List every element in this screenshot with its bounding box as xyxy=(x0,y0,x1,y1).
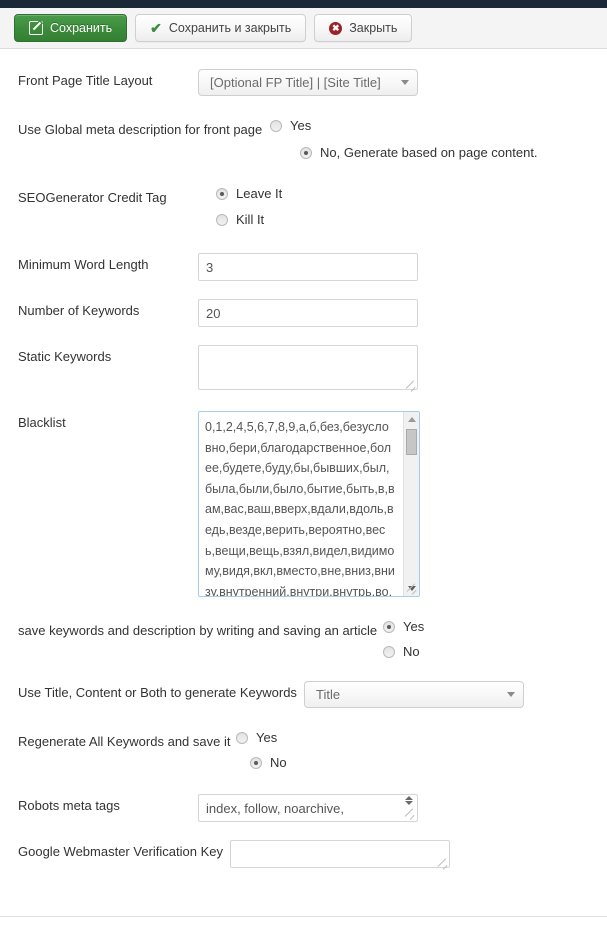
seogenerator-credit-tag-option-kill-it[interactable]: Kill It xyxy=(216,212,282,227)
number-of-keywords-input[interactable] xyxy=(198,299,418,327)
scroll-up-arrow-icon[interactable] xyxy=(404,412,419,427)
radio-icon xyxy=(216,187,228,200)
robots-meta-tags-textarea[interactable]: index, follow, noarchive, xyxy=(198,794,418,822)
use-global-meta-description-radio-group: Yes No, Generate based on page content. xyxy=(270,118,538,160)
field-seogenerator-credit-tag: SEOGenerator Credit Tag Leave It Kill It xyxy=(0,186,607,227)
field-static-keywords: Static Keywords xyxy=(0,345,607,393)
field-save-keywords-on-article-save: save keywords and description by writing… xyxy=(0,619,607,659)
scrollbar-thumb[interactable] xyxy=(406,429,417,455)
field-minimum-word-length: Minimum Word Length xyxy=(0,253,607,281)
field-use-global-meta-description: Use Global meta description for front pa… xyxy=(0,118,607,160)
keyword-source-label: Use Title, Content or Both to generate K… xyxy=(18,685,297,700)
regenerate-all-keywords-option-yes-label: Yes xyxy=(256,730,278,745)
regenerate-all-keywords-radio-group: Yes No xyxy=(236,730,287,770)
radio-icon xyxy=(250,756,262,769)
seogenerator-credit-tag-option-leave-it[interactable]: Leave It xyxy=(216,186,282,201)
scroll-up-arrow-icon[interactable] xyxy=(405,796,413,800)
seogenerator-credit-tag-label: SEOGenerator Credit Tag xyxy=(18,190,167,205)
blacklist-label: Blacklist xyxy=(18,415,66,430)
minimum-word-length-input[interactable] xyxy=(198,253,418,281)
save-keywords-option-yes[interactable]: Yes xyxy=(383,619,424,634)
footer-divider xyxy=(0,916,607,917)
regenerate-all-keywords-option-no-label: No xyxy=(270,755,287,770)
seogenerator-credit-tag-radio-group: Leave It Kill It xyxy=(216,186,282,227)
close-circle-icon: ✖ xyxy=(329,21,343,35)
field-number-of-keywords: Number of Keywords xyxy=(0,299,607,327)
chevron-down-icon xyxy=(507,692,515,697)
front-page-title-layout-label: Front Page Title Layout xyxy=(18,73,153,88)
robots-meta-tags-label: Robots meta tags xyxy=(18,798,120,813)
use-global-meta-description-option-no[interactable]: No, Generate based on page content. xyxy=(300,145,538,160)
radio-icon xyxy=(236,731,248,744)
save-keywords-option-no-label: No xyxy=(403,644,420,659)
save-and-close-button-label: Сохранить и закрыть xyxy=(168,20,292,35)
field-robots-meta-tags: Robots meta tags index, follow, noarchiv… xyxy=(0,794,607,822)
blacklist-text: 0,1,2,4,5,6,7,8,9,а,б,без,безусловно,бер… xyxy=(205,420,395,596)
radio-icon xyxy=(300,146,312,159)
field-front-page-title-layout: Front Page Title Layout [Optional FP Tit… xyxy=(0,69,607,96)
save-keywords-radio-group: Yes No xyxy=(383,619,424,659)
field-keyword-source: Use Title, Content or Both to generate K… xyxy=(0,681,607,708)
save-button[interactable]: Сохранить xyxy=(14,14,128,42)
front-page-title-layout-value: [Optional FP Title] | [Site Title] xyxy=(210,75,381,90)
robots-scroll-arrows[interactable] xyxy=(403,796,415,805)
seogenerator-credit-tag-option-kill-it-label: Kill It xyxy=(236,212,265,227)
number-of-keywords-label: Number of Keywords xyxy=(18,303,140,318)
keyword-source-select[interactable]: Title xyxy=(304,681,524,708)
scroll-down-arrow-icon[interactable] xyxy=(404,581,419,596)
top-chrome-bar xyxy=(0,0,607,8)
save-button-label: Сохранить xyxy=(50,20,113,35)
check-icon: ✔ xyxy=(150,20,162,36)
scrollbar-track[interactable] xyxy=(404,427,419,581)
chevron-down-icon xyxy=(401,80,409,85)
keyword-source-value: Title xyxy=(316,687,341,702)
radio-icon xyxy=(383,645,395,658)
robots-meta-tags-text: index, follow, noarchive, xyxy=(206,801,345,816)
static-keywords-label: Static Keywords xyxy=(18,349,112,364)
save-keywords-on-article-save-label: save keywords and description by writing… xyxy=(18,623,378,638)
close-button-label: Закрыть xyxy=(349,20,398,35)
google-webmaster-verification-key-textarea[interactable] xyxy=(230,840,450,868)
google-webmaster-verification-key-label: Google Webmaster Verification Key xyxy=(18,844,223,859)
toolbar: Сохранить ✔ Сохранить и закрыть ✖ Закрыт… xyxy=(0,8,607,49)
seogenerator-credit-tag-option-leave-it-label: Leave It xyxy=(236,186,283,201)
blacklist-textarea[interactable]: 0,1,2,4,5,6,7,8,9,а,б,без,безусловно,бер… xyxy=(198,411,420,597)
regenerate-all-keywords-label: Regenerate All Keywords and save it xyxy=(18,734,231,749)
use-global-meta-description-option-yes-label: Yes xyxy=(290,118,312,133)
radio-icon xyxy=(216,213,228,226)
save-keywords-option-yes-label: Yes xyxy=(403,619,425,634)
front-page-title-layout-select[interactable]: [Optional FP Title] | [Site Title] xyxy=(198,69,418,96)
use-global-meta-description-option-no-label: No, Generate based on page content. xyxy=(320,145,538,160)
save-and-close-button[interactable]: ✔ Сохранить и закрыть xyxy=(135,14,307,42)
radio-icon xyxy=(383,620,395,633)
field-blacklist: Blacklist 0,1,2,4,5,6,7,8,9,а,б,без,безу… xyxy=(0,411,607,597)
regenerate-all-keywords-option-yes[interactable]: Yes xyxy=(236,730,287,745)
scroll-down-arrow-icon[interactable] xyxy=(405,801,413,805)
close-button[interactable]: ✖ Закрыть xyxy=(314,14,413,42)
radio-icon xyxy=(270,119,282,132)
use-global-meta-description-label: Use Global meta description for front pa… xyxy=(18,122,263,137)
field-google-webmaster-verification-key: Google Webmaster Verification Key xyxy=(0,840,607,871)
field-regenerate-all-keywords: Regenerate All Keywords and save it Yes … xyxy=(0,730,607,770)
use-global-meta-description-option-yes[interactable]: Yes xyxy=(270,118,538,133)
regenerate-all-keywords-option-no[interactable]: No xyxy=(250,755,287,770)
minimum-word-length-label: Minimum Word Length xyxy=(18,257,149,272)
seo-settings-form: Front Page Title Layout [Optional FP Tit… xyxy=(0,69,607,871)
save-keywords-option-no[interactable]: No xyxy=(383,644,424,659)
resize-grip-icon xyxy=(404,808,416,820)
static-keywords-textarea[interactable] xyxy=(198,345,418,390)
pencil-square-icon xyxy=(29,21,43,35)
blacklist-scrollbar[interactable] xyxy=(403,412,419,596)
